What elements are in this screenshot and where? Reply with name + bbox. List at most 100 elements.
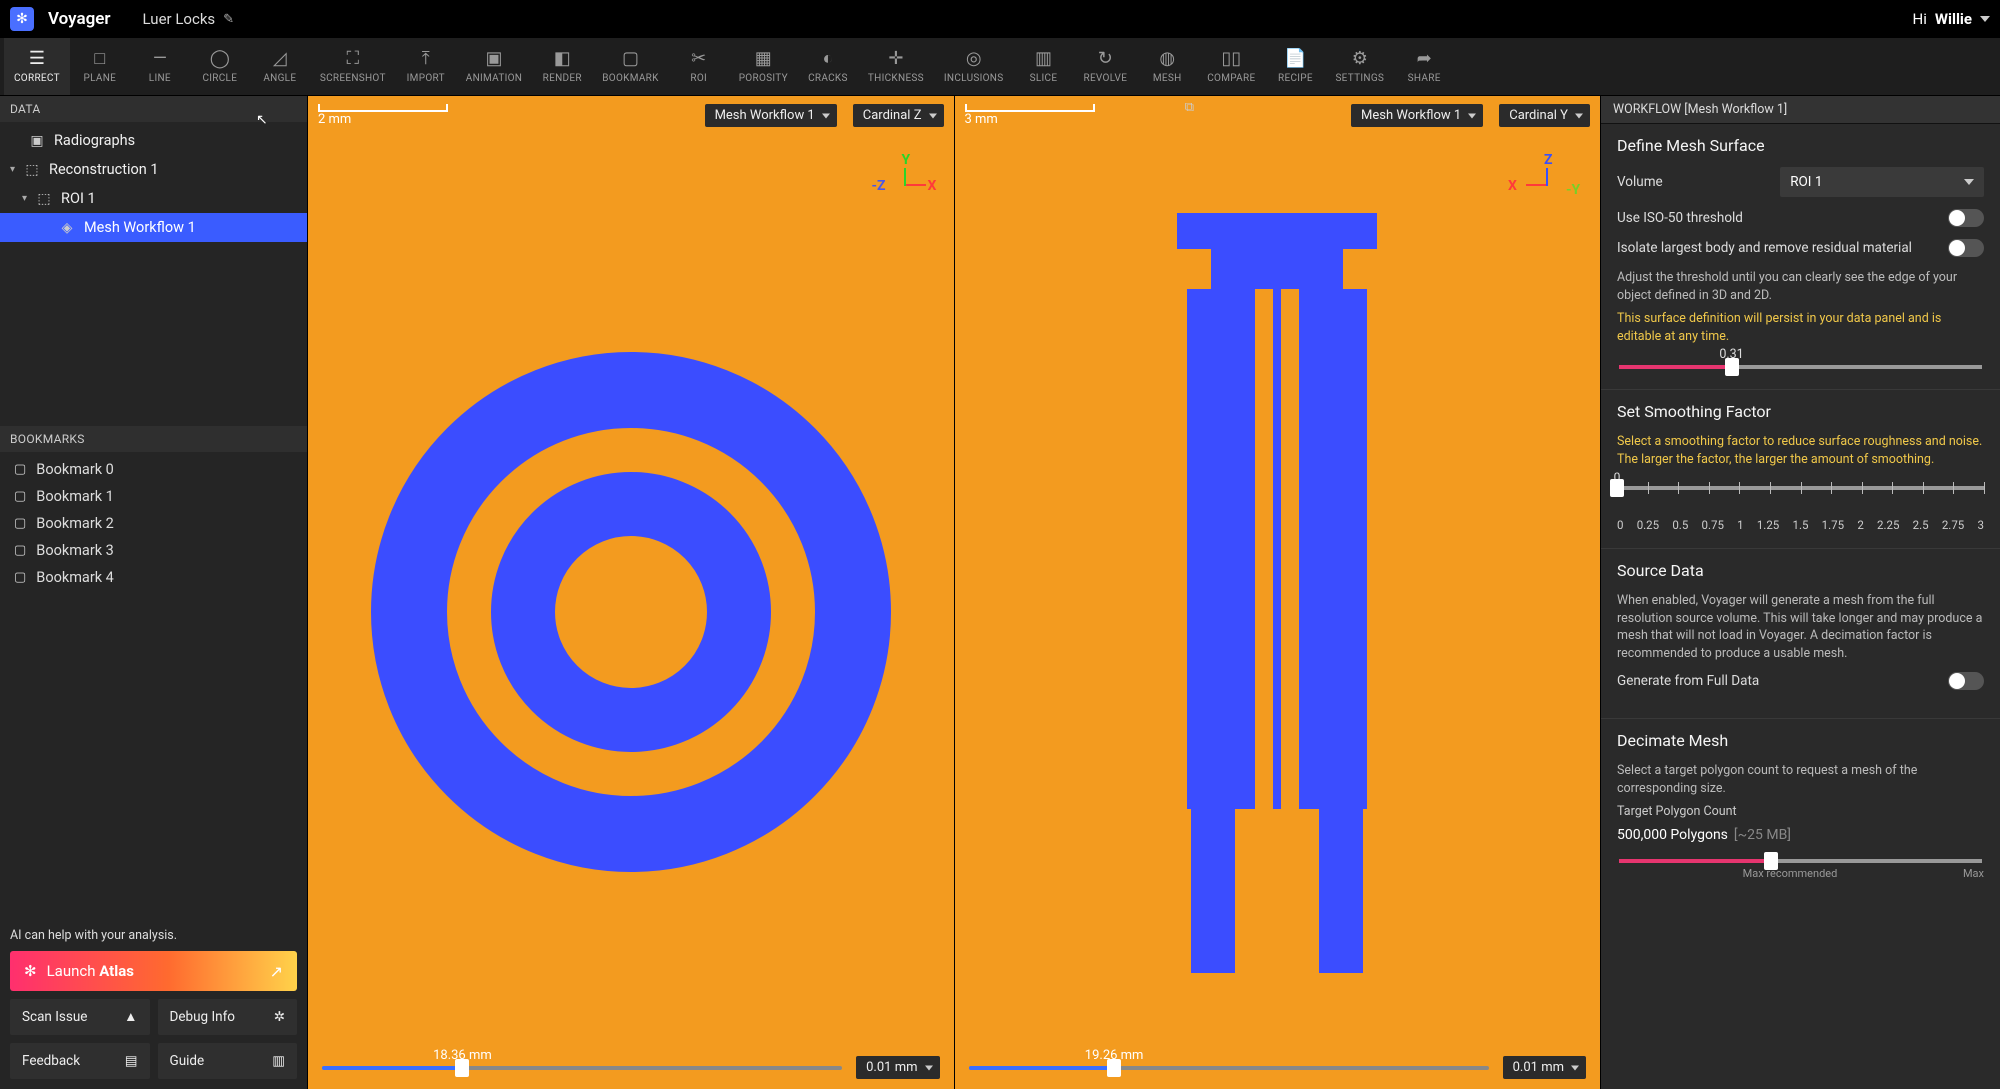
viewport-area: ⧉ 2 mm Mesh Workflow 1 Cardinal Z Y X -Z: [308, 96, 1600, 1089]
tool-thickness[interactable]: ✛THICKNESS: [858, 38, 934, 95]
tool-plane[interactable]: □PLANE: [70, 38, 130, 95]
smoothing-hint: Select a smoothing factor to reduce surf…: [1617, 433, 1984, 468]
define-hint-2: This surface definition will persist in …: [1617, 310, 1984, 345]
feedback-button[interactable]: Feedback▤: [10, 1043, 150, 1079]
right-slice-slider[interactable]: 19.26 mm: [969, 1066, 1489, 1070]
roi-icon: ✂: [691, 49, 706, 69]
decimate-slider[interactable]: [1619, 859, 1982, 863]
tool-roi[interactable]: ✂ROI: [669, 38, 729, 95]
define-hint-1: Adjust the threshold until you can clear…: [1617, 269, 1984, 304]
tool-bookmark[interactable]: ▢BOOKMARK: [592, 38, 668, 95]
mesh-icon: ◍: [1159, 49, 1175, 69]
tool-cracks[interactable]: ◐CRACKS: [798, 38, 858, 95]
tree-item-roi-1[interactable]: ▾⬚ROI 1: [0, 184, 307, 213]
section-smoothing: Set Smoothing Factor Select a smoothing …: [1601, 390, 2000, 549]
edit-icon[interactable]: ✎: [223, 12, 234, 27]
isolate-label: Isolate largest body and remove residual…: [1617, 240, 1938, 256]
tree-item-radiographs[interactable]: ▣Radiographs: [0, 126, 307, 155]
warning-icon: ▲: [124, 1009, 137, 1025]
tool-porosity[interactable]: ▦POROSITY: [729, 38, 798, 95]
bookmark-item[interactable]: ▢Bookmark 3: [0, 537, 307, 564]
polycount-label: Target Polygon Count: [1617, 803, 1984, 821]
tool-mesh[interactable]: ◍MESH: [1137, 38, 1197, 95]
chevron-down-icon: [1980, 16, 1990, 22]
right-workflow-dropdown[interactable]: Mesh Workflow 1: [1351, 104, 1483, 127]
bookmark-icon: ▢: [14, 489, 26, 504]
porosity-icon: ▦: [755, 49, 772, 69]
settings-icon: ⚙: [1352, 49, 1368, 69]
isolate-toggle[interactable]: [1948, 239, 1984, 257]
threshold-slider[interactable]: 0.31: [1619, 365, 1982, 369]
tool-screenshot[interactable]: ⛶SCREENSHOT: [310, 38, 396, 95]
tool-slice[interactable]: ▥SLICE: [1013, 38, 1073, 95]
tool-import[interactable]: ⤒IMPORT: [396, 38, 456, 95]
project-name[interactable]: Luer Locks ✎: [143, 10, 235, 28]
bookmark-icon: ▢: [14, 570, 26, 585]
left-step-dropdown[interactable]: 0.01 mm: [856, 1056, 939, 1079]
ai-hint: AI can help with your analysis.: [10, 928, 297, 943]
tool-correct[interactable]: ☰CORRECT: [4, 38, 70, 95]
volume-select[interactable]: ROI 1: [1780, 167, 1984, 197]
tool-share[interactable]: ➦SHARE: [1394, 38, 1454, 95]
tool-compare[interactable]: ▯▯COMPARE: [1197, 38, 1265, 95]
user-name: Willie: [1935, 10, 1972, 28]
node-icon: ◈: [58, 220, 76, 236]
bookmark-item[interactable]: ▢Bookmark 1: [0, 483, 307, 510]
define-title: Define Mesh Surface: [1617, 136, 1984, 155]
cracks-icon: ◐: [822, 49, 833, 69]
tool-angle[interactable]: ◿ANGLE: [250, 38, 310, 95]
revolve-icon: ↻: [1098, 49, 1113, 69]
left-axis-dropdown[interactable]: Cardinal Z: [853, 104, 944, 127]
tree-item-reconstruction-1[interactable]: ▾⬚Reconstruction 1: [0, 155, 307, 184]
greeting-prefix: Hi: [1913, 10, 1927, 28]
data-header: DATA: [0, 96, 307, 122]
right-step-dropdown[interactable]: 0.01 mm: [1503, 1056, 1586, 1079]
debug-info-button[interactable]: Debug Info✲: [158, 999, 298, 1035]
viewport-right[interactable]: 3 mm Mesh Workflow 1 Cardinal Y Z X -Y: [954, 96, 1601, 1089]
popout-icon[interactable]: ⧉: [1185, 100, 1194, 115]
topbar: ✻ Voyager Luer Locks ✎ Hi Willie: [0, 0, 2000, 38]
arrow-icon: ↗: [270, 962, 283, 981]
fulldata-toggle[interactable]: [1948, 672, 1984, 690]
guide-button[interactable]: Guide▥: [158, 1043, 298, 1079]
scan-issue-button[interactable]: Scan Issue▲: [10, 999, 150, 1035]
left-slice-slider[interactable]: 18.36 mm: [322, 1066, 842, 1070]
bookmarks-list: ▢Bookmark 0▢Bookmark 1▢Bookmark 2▢Bookma…: [0, 452, 307, 595]
bookmark-item[interactable]: ▢Bookmark 2: [0, 510, 307, 537]
tool-recipe[interactable]: 📄RECIPE: [1265, 38, 1325, 95]
node-icon: ⬚: [35, 191, 53, 207]
share-icon: ➦: [1417, 49, 1432, 69]
user-menu[interactable]: Hi Willie: [1913, 10, 1990, 28]
app-name: Voyager: [48, 9, 111, 29]
launch-atlas-button[interactable]: ✻ Launch Atlas ↗: [10, 951, 297, 991]
tool-render[interactable]: ◧RENDER: [532, 38, 592, 95]
bookmark-icon: ▢: [14, 543, 26, 558]
thickness-icon: ✛: [888, 49, 903, 69]
circle-icon: ◯: [210, 49, 230, 69]
bookmark-item[interactable]: ▢Bookmark 4: [0, 564, 307, 591]
tool-settings[interactable]: ⚙SETTINGS: [1325, 38, 1394, 95]
smoothing-slider[interactable]: 0: [1617, 486, 1984, 512]
right-axis-dropdown[interactable]: Cardinal Y: [1499, 104, 1590, 127]
ct-luer: [1127, 213, 1427, 973]
tool-animation[interactable]: ▣ANIMATION: [456, 38, 533, 95]
node-icon: ⬚: [23, 162, 41, 178]
atlas-icon: ✻: [24, 962, 37, 980]
tool-line[interactable]: —LINE: [130, 38, 190, 95]
polycount-size: [~25 MB]: [1734, 827, 1791, 843]
tool-circle[interactable]: ◯CIRCLE: [190, 38, 250, 95]
bookmark-icon: ▢: [14, 462, 26, 477]
left-workflow-dropdown[interactable]: Mesh Workflow 1: [705, 104, 837, 127]
tree-item-mesh-workflow-1[interactable]: ◈Mesh Workflow 1: [0, 213, 307, 242]
section-decimate: Decimate Mesh Select a target polygon co…: [1601, 719, 2000, 896]
tool-revolve[interactable]: ↻REVOLVE: [1073, 38, 1137, 95]
app-logo[interactable]: ✻: [10, 7, 34, 31]
scale-bar-right: 3 mm: [965, 104, 1095, 127]
iso50-toggle[interactable]: [1948, 209, 1984, 227]
correct-icon: ☰: [29, 49, 45, 69]
bookmark-item[interactable]: ▢Bookmark 0: [0, 456, 307, 483]
axis-gizmo-right: Z X -Y: [1508, 156, 1588, 226]
tool-inclusions[interactable]: ◎INCLUSIONS: [934, 38, 1014, 95]
project-name-text: Luer Locks: [143, 10, 216, 28]
viewport-left[interactable]: 2 mm Mesh Workflow 1 Cardinal Z Y X -Z: [308, 96, 954, 1089]
